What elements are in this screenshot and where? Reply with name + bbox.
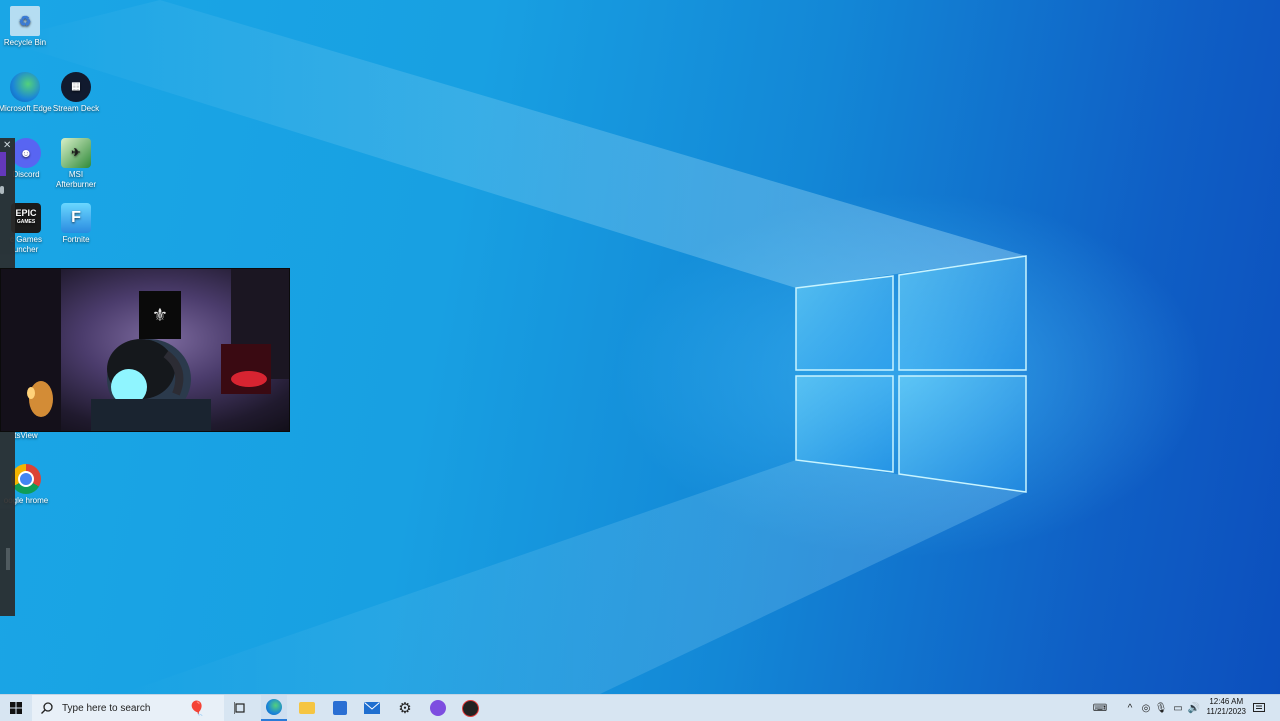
task-view-button[interactable] (228, 695, 252, 721)
desktop-icon-microsoft-edge[interactable]: Microsoft Edge (0, 72, 53, 114)
tray-microphone[interactable]: 🎙 (1154, 695, 1168, 721)
search-icon (41, 702, 53, 714)
side-panel-scrollbar[interactable] (6, 548, 10, 570)
app-icon (461, 699, 479, 717)
desktop-icon-stream-deck[interactable]: ▦ Stream Deck (48, 72, 104, 114)
tray-camera[interactable]: ◎ (1139, 695, 1153, 721)
settings-icon: ⚙ (398, 700, 412, 717)
action-center-button[interactable] (1250, 695, 1268, 721)
epic-games-icon: EPIC GAMES (11, 203, 41, 233)
desktop-icon-label: Discord (12, 170, 40, 179)
tray-keyboard[interactable]: ⌨ (1090, 695, 1110, 721)
desktop-background: ♻ Recycle Bin Microsoft Edge ▦ Stream De… (0, 0, 1280, 694)
taskbar-photos[interactable] (425, 695, 451, 721)
notification-icon (1253, 702, 1265, 712)
taskbar-store[interactable] (327, 695, 353, 721)
mail-icon (364, 702, 380, 714)
taskbar-mail[interactable] (359, 695, 385, 721)
desktop-icon-label: Recycle Bin (3, 38, 47, 47)
tray-show-hidden[interactable]: ^ (1122, 695, 1138, 721)
recycle-bin-icon: ♻ (10, 6, 40, 36)
svg-text:⚜: ⚜ (152, 305, 168, 325)
webcam-feed: ⚜ (1, 269, 289, 431)
close-icon[interactable]: ✕ (3, 140, 11, 151)
edge-icon (10, 72, 40, 102)
side-panel-tab[interactable] (0, 152, 6, 176)
stream-deck-icon: ▦ (61, 72, 91, 102)
camera-icon: ◎ (1141, 702, 1151, 714)
file-explorer-icon (299, 702, 315, 714)
fortnite-icon: F (61, 203, 91, 233)
taskbar-app[interactable] (457, 695, 483, 721)
photos-icon (430, 700, 446, 716)
desktop-icon-fortnite[interactable]: F Fortnite (48, 203, 104, 245)
tray-volume[interactable]: 🔊 (1186, 695, 1202, 721)
tray-network[interactable]: ▭ (1170, 695, 1186, 721)
chrome-icon (11, 464, 41, 494)
start-icon (10, 702, 22, 714)
taskbar-settings[interactable]: ⚙ (392, 695, 418, 721)
task-view-icon (234, 702, 245, 714)
desktop-icon-label: MSI Afterburner (55, 170, 97, 189)
taskbar-file-explorer[interactable] (294, 695, 320, 721)
webcam-overlay: ⚜ (0, 268, 290, 432)
microphone-icon: 🎙 (1154, 702, 1168, 714)
desktop-icon-label: tsView (14, 431, 38, 440)
desktop-icon-label: Fortnite (62, 235, 90, 244)
desktop-icon-msi-afterburner[interactable]: ✈ MSI Afterburner (48, 138, 104, 190)
clock-date: 11/21/2023 (1206, 707, 1246, 716)
msi-afterburner-icon: ✈ (61, 138, 91, 168)
taskbar-clock[interactable]: 12:46 AM 11/21/2023 (1207, 697, 1246, 717)
chevron-up-icon: ^ (1127, 702, 1133, 714)
clock-time: 12:46 AM (1209, 697, 1244, 706)
discord-icon: ☻ (11, 138, 41, 168)
search-input[interactable] (60, 701, 184, 715)
taskbar-search[interactable]: 🎈 (32, 695, 224, 721)
taskbar: 🎈 ⚙ ⌨ ^ ◎ 🎙 (0, 694, 1280, 721)
desktop-icon-label: Stream Deck (52, 104, 100, 113)
desktop-icon-label: Microsoft Edge (0, 104, 52, 113)
balloon-icon: 🎈 (188, 699, 206, 716)
edge-icon (266, 699, 282, 715)
taskbar-edge[interactable] (261, 695, 287, 721)
keyboard-icon: ⌨ (1092, 702, 1108, 714)
desktop-icon-recycle-bin[interactable]: ♻ Recycle Bin (0, 6, 53, 48)
store-icon (333, 701, 347, 715)
volume-icon: 🔊 (1187, 702, 1201, 714)
side-panel-handle[interactable] (0, 186, 4, 194)
start-button[interactable] (0, 695, 32, 721)
network-icon: ▭ (1173, 702, 1183, 714)
